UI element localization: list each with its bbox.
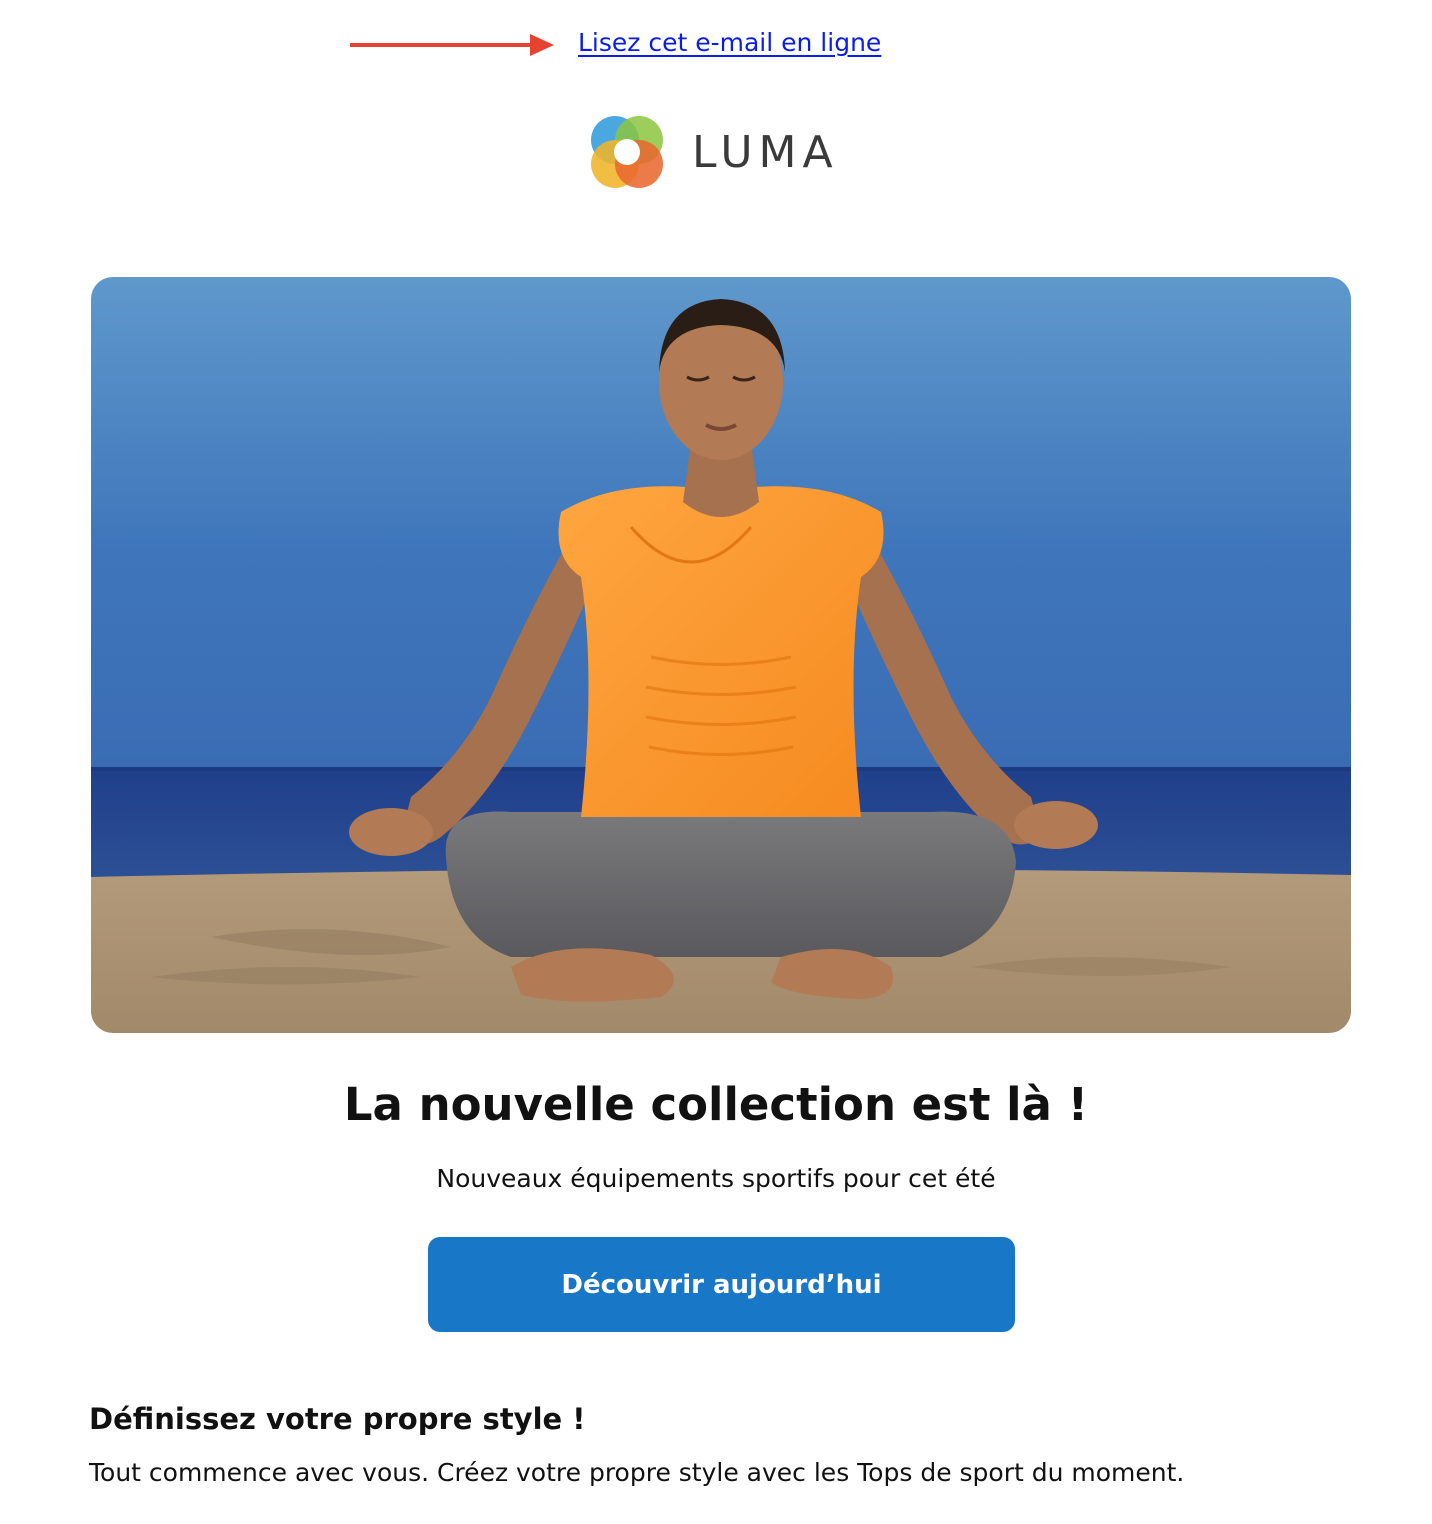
meditation-photo-icon bbox=[91, 277, 1351, 1033]
annotation-arrow-icon bbox=[350, 34, 554, 56]
discover-today-button[interactable]: Découvrir aujourd’hui bbox=[428, 1237, 1015, 1332]
luma-logo-text: LUMA bbox=[692, 126, 839, 178]
subheadline: Nouveaux équipements sportifs pour cet é… bbox=[436, 1164, 996, 1193]
section-body: Tout commence avec vous. Créez votre pro… bbox=[89, 1458, 1185, 1487]
luma-logo-mark-icon bbox=[591, 116, 663, 188]
section-title: Définissez votre propre style ! bbox=[89, 1402, 586, 1436]
luma-logo: LUMA bbox=[586, 110, 839, 194]
hero-image bbox=[91, 277, 1351, 1033]
headline: La nouvelle collection est là ! bbox=[343, 1078, 1089, 1131]
read-online-link[interactable]: Lisez cet e-mail en ligne bbox=[578, 28, 881, 57]
